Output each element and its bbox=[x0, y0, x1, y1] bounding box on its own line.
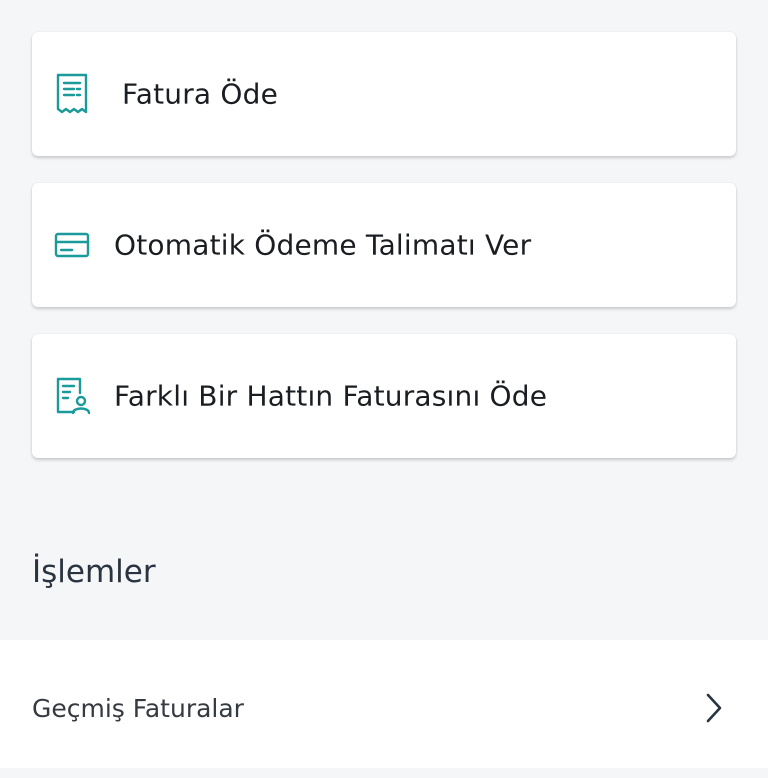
credit-card-icon bbox=[52, 225, 92, 265]
chevron-right-icon bbox=[700, 690, 728, 726]
past-bills-label: Geçmiş Faturalar bbox=[32, 694, 244, 723]
document-user-icon bbox=[52, 376, 92, 416]
receipt-icon bbox=[52, 73, 92, 114]
auto-payment-label: Otomatik Ödeme Talimatı Ver bbox=[114, 228, 532, 262]
auto-payment-button[interactable]: Otomatik Ödeme Talimatı Ver bbox=[32, 183, 736, 307]
transactions-list: Geçmiş Faturalar bbox=[0, 640, 768, 768]
pay-other-line-button[interactable]: Farklı Bir Hattın Faturasını Öde bbox=[32, 334, 736, 458]
pay-bill-label: Fatura Öde bbox=[122, 77, 279, 111]
past-bills-item[interactable]: Geçmiş Faturalar bbox=[0, 640, 768, 778]
pay-other-line-label: Farklı Bir Hattın Faturasını Öde bbox=[114, 379, 548, 413]
pay-bill-button[interactable]: Fatura Öde bbox=[32, 32, 736, 156]
section-title: İşlemler bbox=[32, 554, 156, 590]
